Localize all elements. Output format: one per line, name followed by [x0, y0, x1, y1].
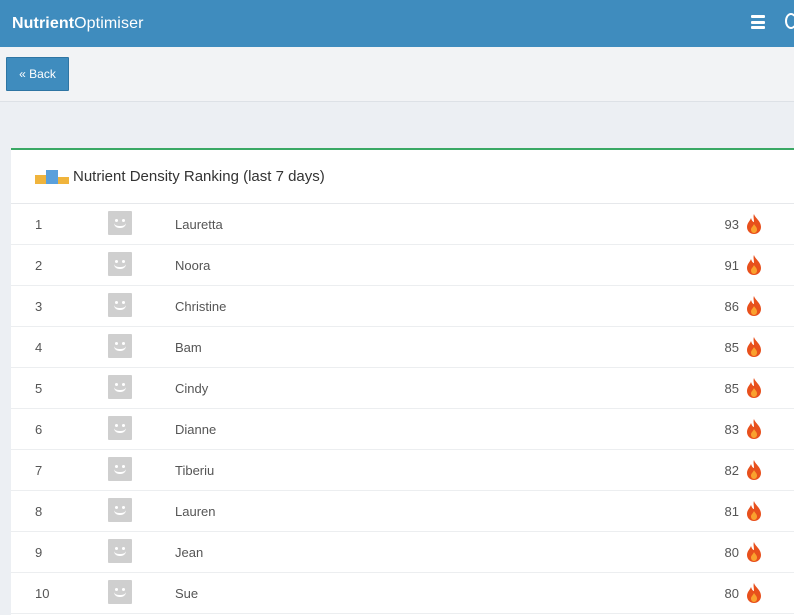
- flame-icon: [747, 460, 761, 480]
- rank-number: 5: [35, 381, 43, 396]
- podium-icon: [35, 169, 69, 184]
- menu-icon[interactable]: [751, 15, 765, 29]
- avatar-icon: [108, 211, 132, 235]
- user-name[interactable]: Sue: [175, 586, 198, 601]
- ranking-list: 1 Lauretta 93 2 Noora 91 3 Christine 86 4 Bam 85 5 Ci…: [11, 204, 794, 614]
- panel-title: Nutrient Density Ranking (last 7 days): [73, 168, 325, 185]
- score-value: 85: [724, 381, 739, 396]
- ranking-row[interactable]: 4 Bam 85: [11, 327, 794, 368]
- rank-number: 10: [35, 586, 50, 601]
- rank-number: 8: [35, 504, 43, 519]
- avatar-icon: [108, 416, 132, 440]
- rank-number: 3: [35, 299, 43, 314]
- flame-icon: [747, 214, 761, 234]
- user-name[interactable]: Tiberiu: [175, 463, 214, 478]
- back-button[interactable]: « Back: [6, 57, 69, 91]
- ranking-row[interactable]: 8 Lauren 81: [11, 491, 794, 532]
- flame-icon: [747, 255, 761, 275]
- ranking-row[interactable]: 3 Christine 86: [11, 286, 794, 327]
- ranking-row[interactable]: 9 Jean 80: [11, 532, 794, 573]
- avatar-icon: [108, 293, 132, 317]
- ranking-row[interactable]: 5 Cindy 85: [11, 368, 794, 409]
- panel-header: Nutrient Density Ranking (last 7 days): [11, 150, 794, 204]
- avatar-icon: [108, 252, 132, 276]
- ranking-row[interactable]: 1 Lauretta 93: [11, 204, 794, 245]
- user-name[interactable]: Dianne: [175, 422, 216, 437]
- rank-number: 6: [35, 422, 43, 437]
- user-name[interactable]: Jean: [175, 545, 203, 560]
- score-value: 91: [724, 258, 739, 273]
- user-name[interactable]: Noora: [175, 258, 210, 273]
- flame-icon: [747, 419, 761, 439]
- flame-icon: [747, 296, 761, 316]
- brand-logo[interactable]: NutrientOptimiser: [12, 15, 144, 33]
- user-name[interactable]: Christine: [175, 299, 226, 314]
- brand-name-rest: Optimiser: [74, 14, 144, 32]
- toolbar: « Back: [0, 47, 794, 102]
- user-name[interactable]: Lauretta: [175, 217, 223, 232]
- flame-icon: [747, 337, 761, 357]
- avatar-icon: [108, 375, 132, 399]
- avatar-icon: [108, 457, 132, 481]
- rank-number: 9: [35, 545, 43, 560]
- ranking-row[interactable]: 7 Tiberiu 82: [11, 450, 794, 491]
- rank-number: 2: [35, 258, 43, 273]
- user-name[interactable]: Cindy: [175, 381, 208, 396]
- top-navbar: NutrientOptimiser: [0, 0, 794, 47]
- avatar-icon: [108, 498, 132, 522]
- avatar-icon: [108, 580, 132, 604]
- score-value: 86: [724, 299, 739, 314]
- score-value: 93: [724, 217, 739, 232]
- flame-icon: [747, 501, 761, 521]
- score-value: 85: [724, 340, 739, 355]
- flame-icon: [747, 542, 761, 562]
- ranking-panel: Nutrient Density Ranking (last 7 days) 1…: [11, 148, 794, 615]
- flame-icon: [747, 378, 761, 398]
- avatar-icon: [108, 334, 132, 358]
- brand-name-bold: Nutrient: [12, 14, 75, 32]
- user-menu-icon[interactable]: [785, 13, 794, 29]
- score-value: 80: [724, 545, 739, 560]
- score-value: 81: [724, 504, 739, 519]
- user-name[interactable]: Lauren: [175, 504, 215, 519]
- user-name[interactable]: Bam: [175, 340, 202, 355]
- avatar-icon: [108, 539, 132, 563]
- flame-icon: [747, 583, 761, 603]
- score-value: 80: [724, 586, 739, 601]
- rank-number: 4: [35, 340, 43, 355]
- score-value: 82: [724, 463, 739, 478]
- rank-number: 7: [35, 463, 43, 478]
- ranking-row[interactable]: 6 Dianne 83: [11, 409, 794, 450]
- score-value: 83: [724, 422, 739, 437]
- ranking-row[interactable]: 2 Noora 91: [11, 245, 794, 286]
- rank-number: 1: [35, 217, 43, 232]
- ranking-row[interactable]: 10 Sue 80: [11, 573, 794, 614]
